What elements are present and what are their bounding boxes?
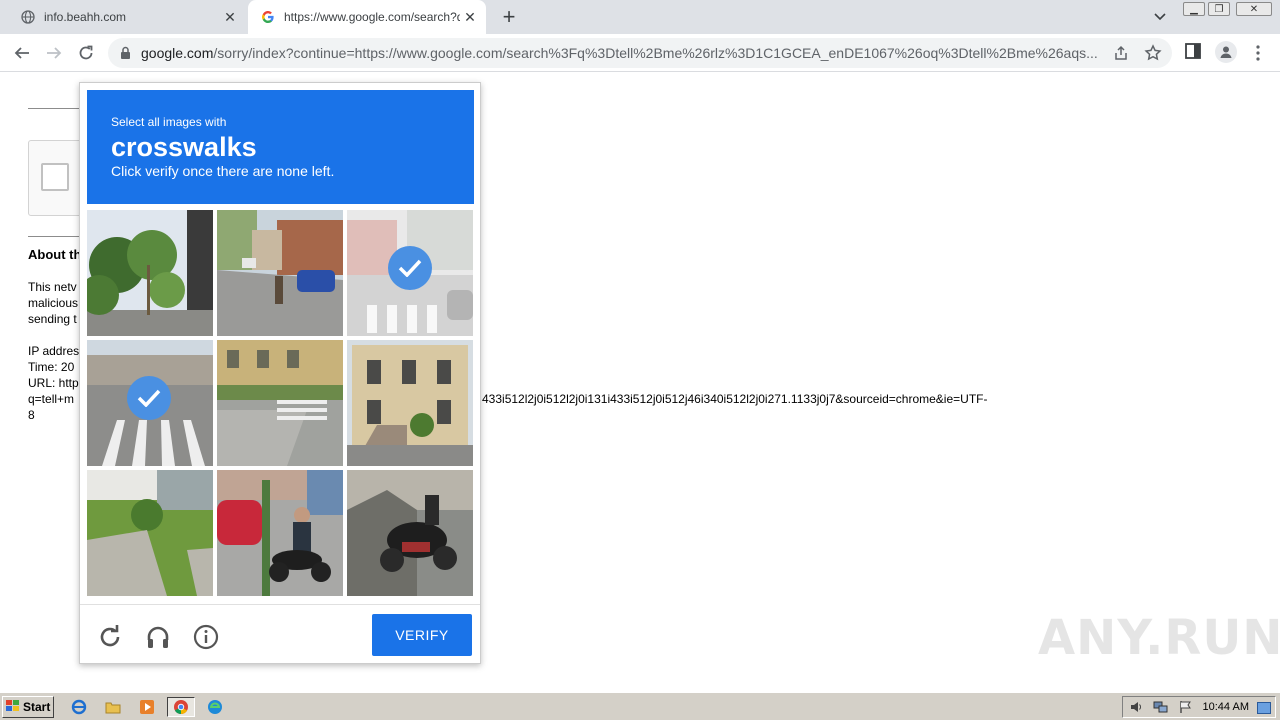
reload-icon[interactable] [75,42,97,64]
lock-icon[interactable] [120,46,131,65]
address-bar[interactable]: google.com/sorry/index?continue=https://… [108,38,1172,68]
para-line: malicious [28,296,79,310]
profile-avatar-icon[interactable] [1215,41,1237,63]
tile-victorian-house[interactable] [347,340,473,466]
windows-logo-icon [6,699,20,715]
ie-icon[interactable] [68,697,90,717]
instruction-sub: Click verify once there are none left. [111,163,335,179]
globe-icon [20,9,36,25]
info-line: IP addres [28,344,80,358]
google-g-icon [260,9,276,25]
tab-close-icon[interactable]: ✕ [220,7,240,27]
challenge-target: crosswalks [111,132,257,162]
headphones-icon[interactable] [144,623,172,651]
chevron-down-icon[interactable] [1150,8,1170,26]
tab-info-beahh[interactable]: info.beahh.com ✕ [8,0,246,34]
tab-close-icon[interactable]: ✕ [460,7,480,27]
info-line: Time: 20 [28,360,75,374]
tab-title: info.beahh.com [44,10,127,24]
anyrun-watermark: ANY.RUN [1038,610,1280,666]
close-window-icon[interactable]: ✕ [1236,2,1272,16]
reload-challenge-icon[interactable] [96,623,124,651]
info-line: q=tell+m [28,392,75,406]
media-player-icon[interactable] [136,697,158,717]
para-line: This netv [28,280,77,294]
selected-check-icon [388,246,432,290]
tile-palm-trees[interactable] [87,210,213,336]
minimize-icon[interactable]: ▁ [1183,2,1205,16]
tab-title: https://www.google.com/search?q= [284,10,460,24]
challenge-header: Select all images with crosswalks Click … [87,90,474,204]
url-text: google.com/sorry/index?continue=https://… [141,45,1106,61]
new-tab-plus-icon[interactable]: + [496,4,522,29]
start-button[interactable]: Start [2,696,54,718]
tile-crosswalk-corner[interactable] [217,340,343,466]
restore-icon[interactable]: ❐ [1208,2,1230,16]
url-path: /sorry/index?continue=https://www.google… [213,45,1098,61]
instruction-small: Select all images with [111,115,227,129]
chrome-icon[interactable] [167,697,195,717]
tile-stairs-lawn[interactable] [87,470,213,596]
recaptcha-checkbox[interactable] [41,163,69,191]
verify-button[interactable]: VERIFY [372,614,472,656]
tile-street-cyclist[interactable] [217,210,343,336]
menu-kebab-icon[interactable] [1250,42,1266,64]
selected-check-icon [127,376,171,420]
recaptcha-challenge: Select all images with crosswalks Click … [79,82,481,664]
tile-motorcycle-rider[interactable] [217,470,343,596]
tile-crosswalk-faded[interactable] [347,210,473,336]
start-label: Start [23,700,51,714]
divider [80,604,480,605]
bookmark-star-icon[interactable] [1144,44,1162,67]
tile-crosswalk-street[interactable] [87,340,213,466]
para-line: sending t [28,312,77,326]
action-center-flag-icon[interactable] [1179,700,1193,719]
folder-icon[interactable] [102,697,124,717]
info-line: URL: http [28,376,79,390]
forward-arrow-icon[interactable] [43,42,65,64]
edge-icon[interactable] [204,697,226,717]
volume-icon[interactable] [1129,700,1143,719]
show-desktop-icon[interactable] [1257,701,1271,719]
tab-google-search[interactable]: https://www.google.com/search?q= ✕ [248,0,486,34]
browser-toolbar: google.com/sorry/index?continue=https://… [0,34,1280,72]
tab-strip: info.beahh.com ✕ https://www.google.com/… [0,0,1280,34]
info-line: 8 [28,408,35,422]
share-icon[interactable] [1112,44,1130,67]
info-icon[interactable] [192,623,220,651]
tile-parked-scooter[interactable] [347,470,473,596]
image-grid [87,210,474,597]
url-continuation: 433i512l2j0i512l2j0i131i433i512j0i512j46… [482,392,988,406]
clock[interactable]: 10:44 AM [1203,701,1249,713]
windows-taskbar: Start 10:44 AM [0,692,1280,720]
network-icon[interactable] [1153,700,1169,719]
system-tray: 10:44 AM [1122,696,1276,718]
about-heading: About th [28,247,82,262]
url-host: google.com [141,45,214,61]
back-arrow-icon[interactable] [11,42,33,64]
side-panel-icon[interactable] [1184,42,1202,65]
